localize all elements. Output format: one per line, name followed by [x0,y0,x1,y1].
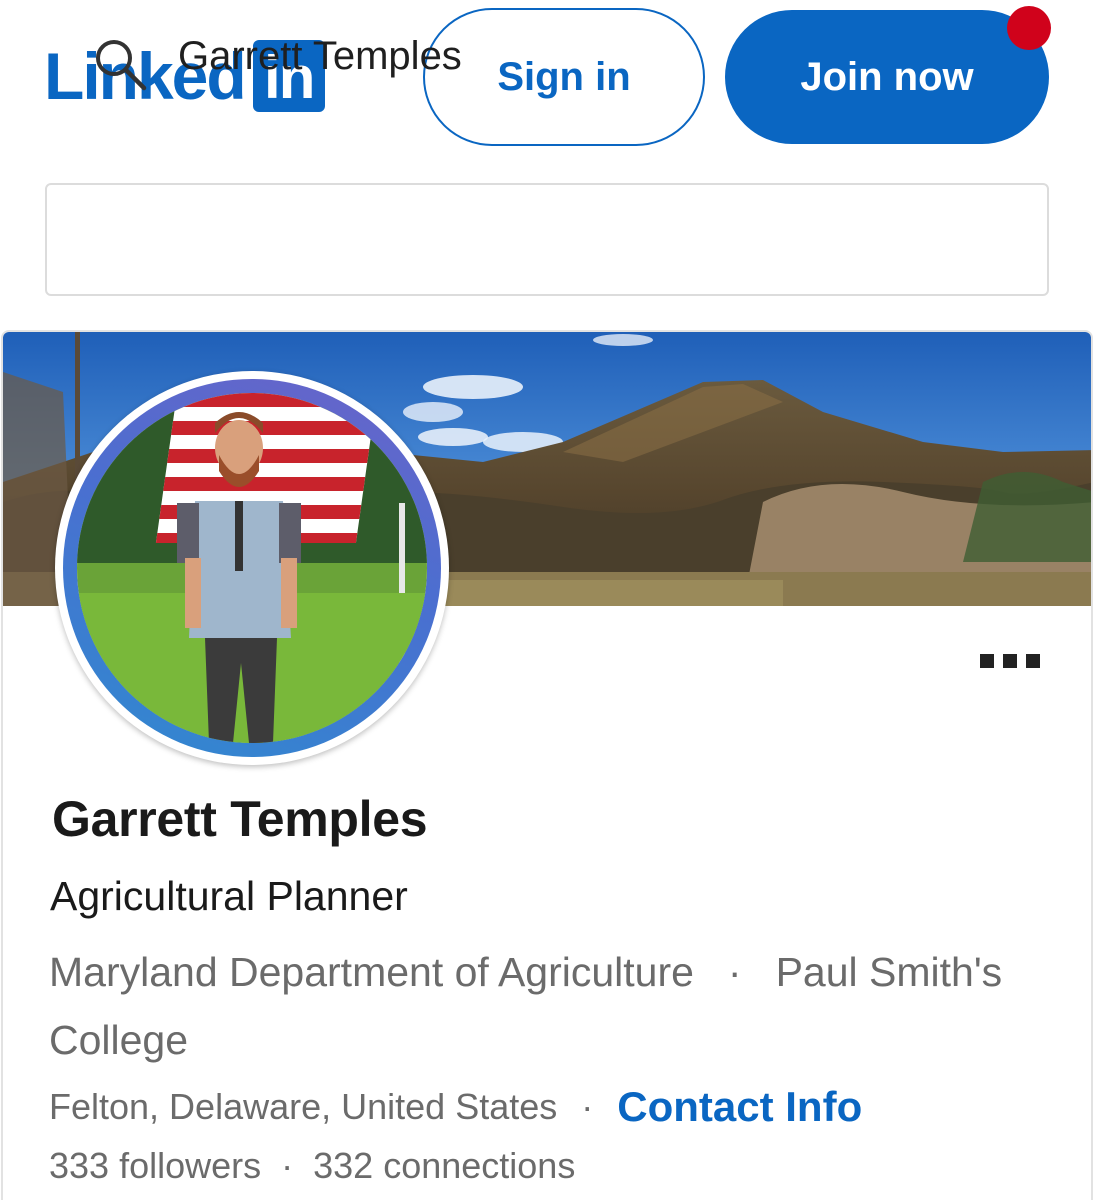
more-dot [980,654,994,668]
profile-photo[interactable] [55,371,449,765]
separator-dot: · [727,949,742,995]
location-line: Felton, Delaware, United States · Contac… [49,1083,862,1131]
sign-in-button[interactable]: Sign in [423,8,705,146]
followers-count: 333 followers [49,1145,262,1186]
search-input[interactable] [45,183,1049,296]
search-icon [96,40,147,91]
avatar-photo-image [77,393,427,743]
avatar [77,393,427,743]
connections-count[interactable]: 332 connections [313,1145,575,1186]
profile-name: Garrett Temples [52,791,428,847]
network-stats: 333 followers · 332 connections [49,1145,575,1187]
profile-headline: Agricultural Planner [50,873,408,919]
more-options-icon[interactable] [980,654,1040,668]
notification-dot [1007,6,1051,50]
open-to-work-ring [63,379,441,757]
join-now-button[interactable]: Join now [725,10,1049,144]
company-link[interactable]: Maryland Department of Agriculture [49,949,694,995]
separator-dot: · [581,1086,594,1127]
more-dot [1003,654,1017,668]
more-dot [1026,654,1040,668]
search-query-text: Garrett Temples [178,34,462,78]
separator-dot: · [281,1145,294,1186]
profile-organizations: Maryland Department of Agriculture · Paul … [49,938,1009,1074]
profile-location: Felton, Delaware, United States [49,1086,558,1127]
contact-info-link[interactable]: Contact Info [617,1083,862,1131]
